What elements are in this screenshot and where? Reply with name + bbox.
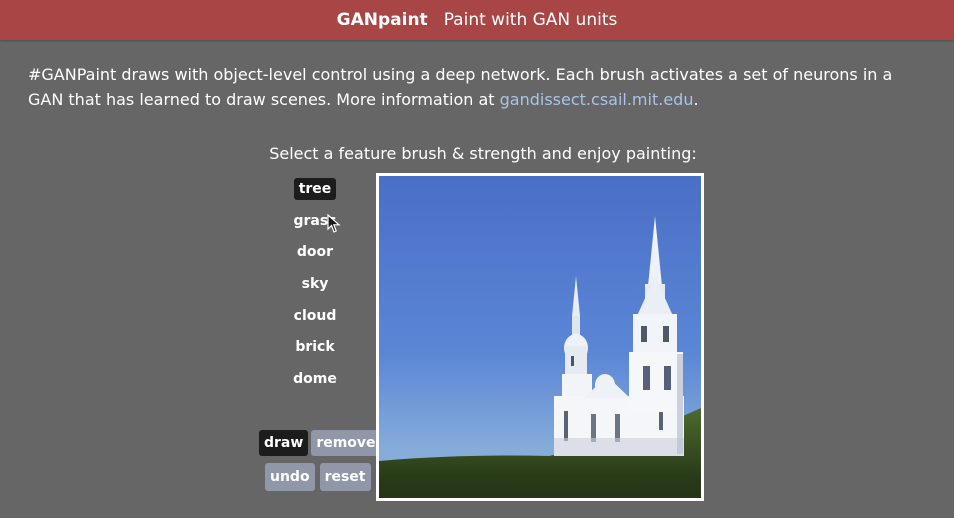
brush-label: door [296, 244, 334, 261]
app-header: GANpaint Paint with GAN units [0, 0, 954, 40]
instructions: Select a feature brush & strength and en… [269, 144, 697, 163]
mode-toggle: draw remove [259, 430, 381, 456]
intro-suffix: . [693, 90, 699, 109]
action-buttons: undo reset [265, 463, 371, 491]
brush-label: dome [293, 371, 337, 388]
reset-button[interactable]: reset [319, 463, 371, 491]
brush-label: cloud [293, 307, 337, 324]
brush-door[interactable]: door [276, 239, 354, 265]
brush-label: sky [301, 276, 329, 293]
brush-list: tree grass door sky cloud brick dome [276, 176, 354, 398]
info-link[interactable]: gandissect.csail.mit.edu [500, 90, 694, 109]
generated-scene-image[interactable] [379, 176, 701, 498]
brush-label: brick [295, 339, 335, 356]
brush-grass[interactable]: grass [276, 208, 354, 234]
brush-label: tree [293, 178, 337, 200]
brush-dome[interactable]: dome [276, 366, 354, 392]
intro-paragraph: #GANPaint draws with object-level contro… [28, 62, 928, 112]
brush-brick[interactable]: brick [276, 334, 354, 360]
intro-text: #GANPaint draws with object-level contro… [28, 65, 893, 109]
arrow-cursor-icon [327, 213, 341, 238]
brush-cloud[interactable]: cloud [276, 303, 354, 329]
app-subtitle: Paint with GAN units [443, 10, 618, 30]
undo-button[interactable]: undo [265, 463, 315, 491]
brush-sky[interactable]: sky [276, 271, 354, 297]
brush-tree[interactable]: tree [276, 176, 354, 202]
remove-button[interactable]: remove [311, 430, 381, 456]
paint-canvas[interactable] [376, 173, 704, 501]
app-brand: GANpaint [336, 10, 428, 30]
draw-button[interactable]: draw [259, 430, 309, 456]
